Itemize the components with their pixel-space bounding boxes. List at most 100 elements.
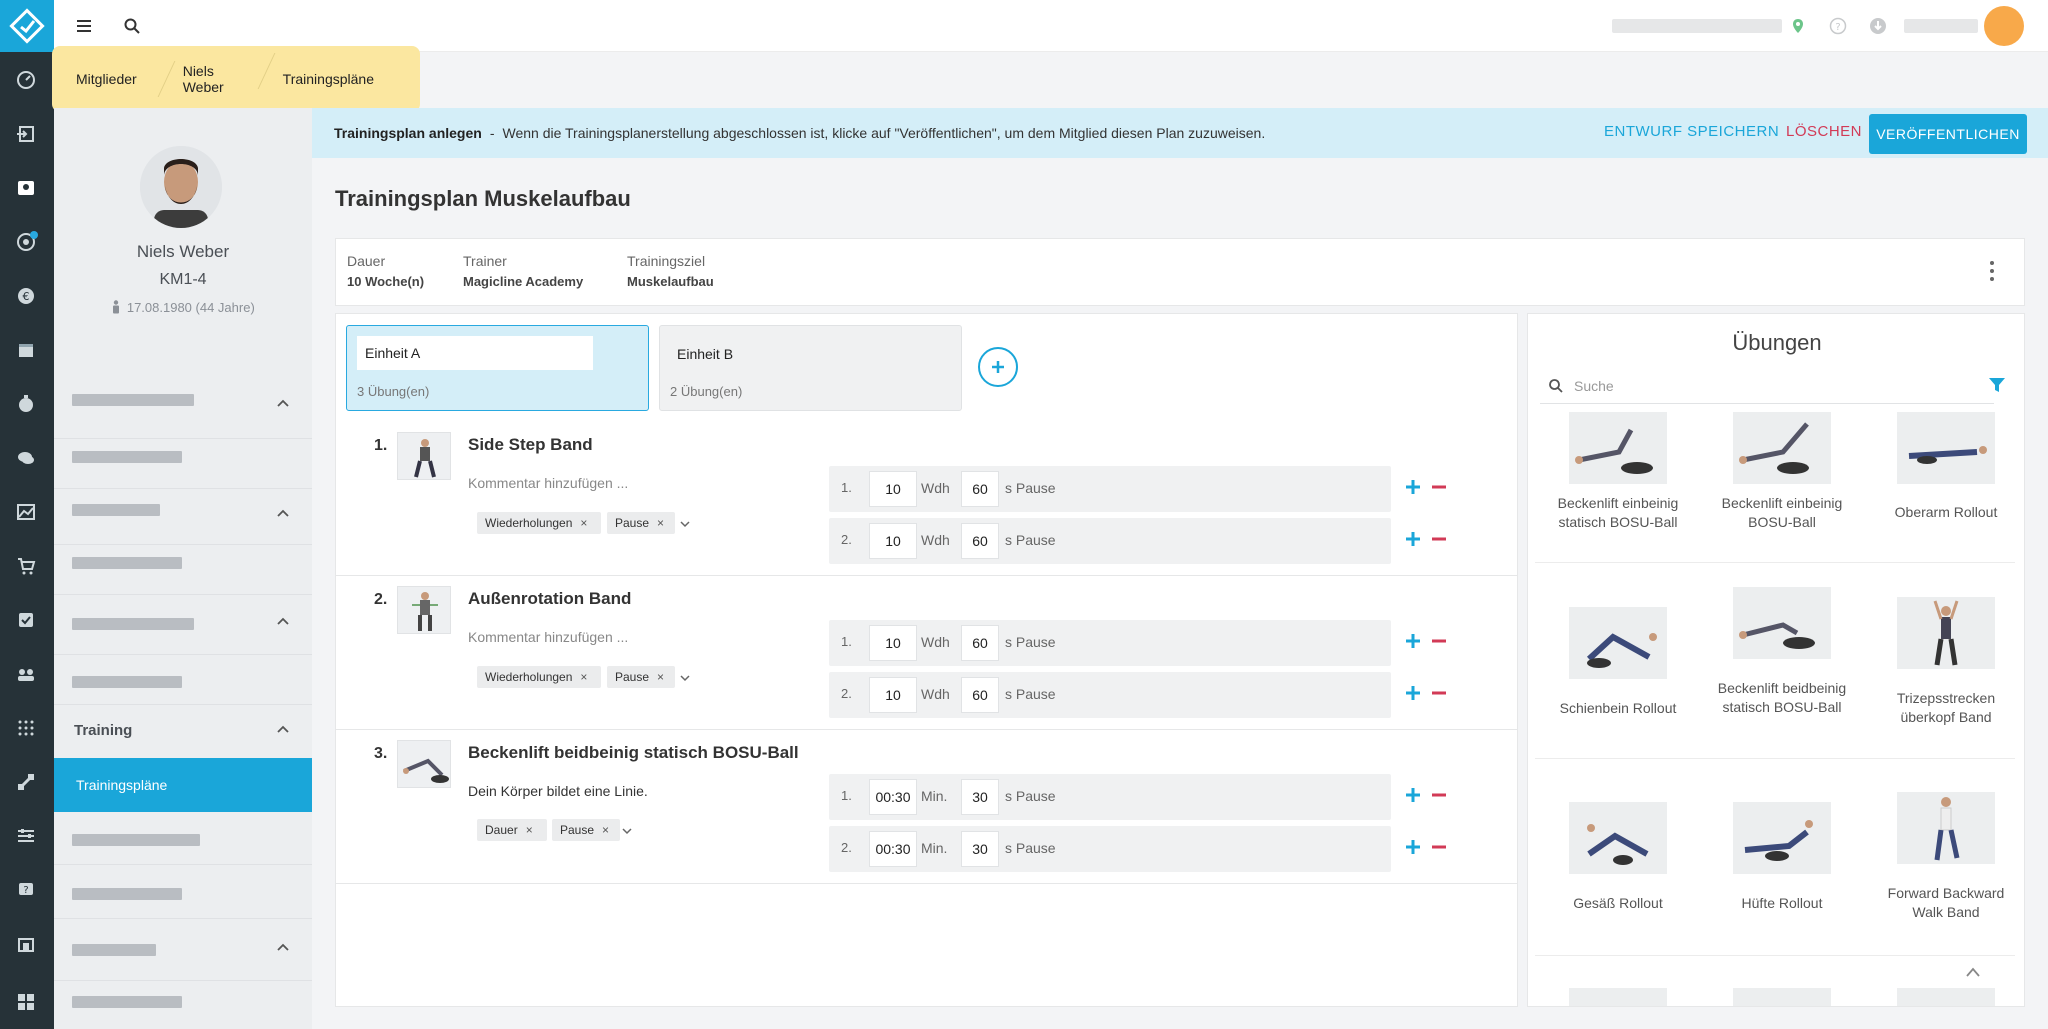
sidebar-item-4[interactable] xyxy=(72,834,200,846)
minus-icon[interactable] xyxy=(1431,531,1447,547)
minus-icon[interactable] xyxy=(1431,479,1447,495)
chevron-down-icon[interactable] xyxy=(679,672,691,684)
plus-icon[interactable] xyxy=(1405,633,1421,649)
check-in-icon[interactable] xyxy=(14,122,38,146)
breadcrumb-training-plans[interactable]: Trainingspläne xyxy=(283,71,420,87)
minus-icon[interactable] xyxy=(1431,839,1447,855)
exercise-thumbnail[interactable] xyxy=(397,432,451,480)
training-icon[interactable] xyxy=(14,770,38,794)
sidebar-section-4[interactable] xyxy=(72,944,156,956)
exercise-card-label[interactable]: Beckenlift einbeinig BOSU-Ball xyxy=(1707,494,1857,532)
chevron-up-icon[interactable] xyxy=(276,396,290,410)
add-unit-button[interactable] xyxy=(978,347,1018,387)
statistics-icon[interactable] xyxy=(14,500,38,524)
parameter-tag[interactable]: Pause × xyxy=(607,512,675,534)
exercise-card-label[interactable]: Schienbein Rollout xyxy=(1543,699,1693,718)
plus-icon[interactable] xyxy=(1405,839,1421,855)
pause-input[interactable]: 60 xyxy=(961,625,999,661)
exercise-card-image[interactable] xyxy=(1569,607,1667,679)
pause-input[interactable]: 60 xyxy=(961,677,999,713)
exercise-card-image[interactable] xyxy=(1897,412,1995,484)
chevron-up-icon[interactable] xyxy=(276,506,290,520)
exercise-card-label[interactable]: Trizepsstrecken überkopf Band xyxy=(1871,689,2021,727)
unit-tab-b[interactable]: Einheit B 2 Übung(en) xyxy=(659,325,962,411)
plus-icon[interactable] xyxy=(1405,531,1421,547)
pause-input[interactable]: 60 xyxy=(961,471,999,507)
plus-icon[interactable] xyxy=(1405,787,1421,803)
chevron-down-icon[interactable] xyxy=(621,825,633,837)
exercise-card-label[interactable]: Hüfte Rollout xyxy=(1707,894,1857,913)
dashboard-icon[interactable] xyxy=(14,68,38,92)
minus-icon[interactable] xyxy=(1431,685,1447,701)
plus-icon[interactable] xyxy=(1405,685,1421,701)
exercise-thumbnail[interactable] xyxy=(397,740,451,788)
minus-icon[interactable] xyxy=(1431,633,1447,649)
unit-name-input[interactable]: Einheit A xyxy=(357,336,593,370)
sidebar-section-3[interactable] xyxy=(72,618,194,630)
duration-input[interactable]: 00:30 xyxy=(869,831,917,867)
sidebar-section-2[interactable] xyxy=(72,504,160,516)
exercise-card-image[interactable] xyxy=(1569,988,1667,1006)
help-icon[interactable]: ? xyxy=(14,878,38,902)
reps-input[interactable]: 10 xyxy=(869,523,917,559)
exercise-card-image[interactable] xyxy=(1897,792,1995,864)
reps-input[interactable]: 10 xyxy=(869,625,917,661)
apps-icon[interactable] xyxy=(14,990,38,1014)
remove-tag-icon[interactable]: × xyxy=(580,670,587,684)
studio-selector[interactable] xyxy=(1612,19,1782,33)
exercise-card-image[interactable] xyxy=(1733,802,1831,874)
store-icon[interactable] xyxy=(14,932,38,956)
tasks-icon[interactable] xyxy=(14,608,38,632)
chat-icon[interactable] xyxy=(14,446,38,470)
calendar-icon[interactable] xyxy=(14,338,38,362)
remove-tag-icon[interactable]: × xyxy=(657,516,664,530)
menu-icon[interactable] xyxy=(72,14,96,38)
pause-input[interactable]: 60 xyxy=(961,523,999,559)
download-icon[interactable] xyxy=(1866,14,1890,38)
exercise-thumbnail[interactable] xyxy=(397,586,451,634)
settings-sliders-icon[interactable] xyxy=(14,824,38,848)
save-draft-button[interactable]: ENTWURF SPEICHERN xyxy=(1604,123,1779,140)
parameter-tag[interactable]: Dauer × xyxy=(477,819,547,841)
filter-icon[interactable] xyxy=(1988,376,2006,394)
exercise-comment-input[interactable]: Kommentar hinzufügen ... xyxy=(468,475,628,491)
exercise-comment-input[interactable]: Dein Körper bildet eine Linie. xyxy=(468,783,648,799)
location-pin-icon[interactable] xyxy=(1786,14,1810,38)
unit-tab-a[interactable]: Einheit A 3 Übung(en) xyxy=(346,325,649,411)
delete-button[interactable]: LÖSCHEN xyxy=(1786,123,1862,140)
help-circle-icon[interactable]: ? xyxy=(1826,14,1850,38)
parameter-tag[interactable]: Wiederholungen × xyxy=(477,512,601,534)
breadcrumb-members[interactable]: Mitglieder xyxy=(76,71,183,87)
remove-tag-icon[interactable]: × xyxy=(657,670,664,684)
search-input[interactable]: Suche xyxy=(1540,368,1994,404)
exercise-card-image[interactable] xyxy=(1733,587,1831,659)
reps-input[interactable]: 10 xyxy=(869,471,917,507)
grid-dots-icon[interactable] xyxy=(14,716,38,740)
remove-tag-icon[interactable]: × xyxy=(602,823,609,837)
timer-icon[interactable] xyxy=(14,392,38,416)
search-icon[interactable] xyxy=(120,14,144,38)
exercise-comment-input[interactable]: Kommentar hinzufügen ... xyxy=(468,629,628,645)
exercise-card-image[interactable] xyxy=(1733,988,1831,1006)
pause-input[interactable]: 30 xyxy=(961,779,999,815)
exercise-card-label[interactable]: Forward Backward Walk Band xyxy=(1871,884,2021,922)
sidebar-item-5[interactable] xyxy=(72,888,182,900)
user-avatar[interactable] xyxy=(1984,6,2024,46)
exercise-card-image[interactable] xyxy=(1897,597,1995,669)
minus-icon[interactable] xyxy=(1431,787,1447,803)
app-logo[interactable] xyxy=(0,0,54,52)
exercise-card-label[interactable]: Beckenlift beidbeinig statisch BOSU-Ball xyxy=(1707,679,1857,717)
reps-input[interactable]: 10 xyxy=(869,677,917,713)
sidebar-item-1[interactable] xyxy=(72,451,182,463)
pause-input[interactable]: 30 xyxy=(961,831,999,867)
chevron-down-icon[interactable] xyxy=(679,518,691,530)
breadcrumb-member-name[interactable]: Niels Weber xyxy=(183,63,283,95)
exercise-card-image[interactable] xyxy=(1733,412,1831,484)
group-icon[interactable] xyxy=(14,662,38,686)
cart-icon[interactable] xyxy=(14,554,38,578)
sidebar-item-3[interactable] xyxy=(72,676,182,688)
euro-icon[interactable]: € xyxy=(14,284,38,308)
kebab-icon[interactable] xyxy=(1988,260,1996,282)
sidebar-item-2[interactable] xyxy=(72,557,182,569)
sidebar-item-training-plans[interactable]: Trainingspläne xyxy=(54,758,312,812)
